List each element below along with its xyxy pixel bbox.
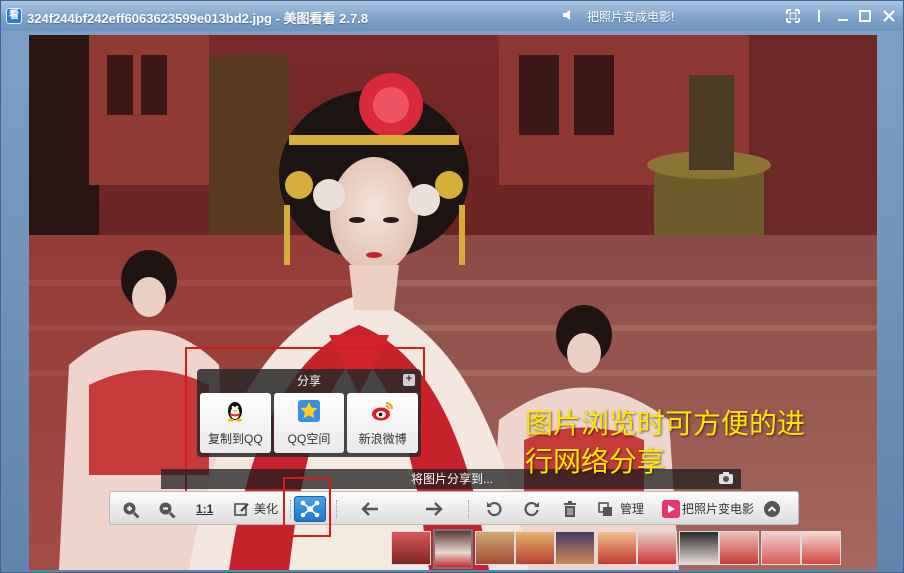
bottom-toolbar: 1:1 美化 管理 把照片变电影 xyxy=(109,491,799,525)
zoom-in-icon xyxy=(123,502,140,519)
menu-icon xyxy=(818,10,820,22)
thumbnail[interactable] xyxy=(637,531,677,565)
share-button-highlight xyxy=(283,477,331,537)
share-status-text: 将图片分享到... xyxy=(411,472,494,486)
close-button[interactable] xyxy=(879,6,899,26)
arrow-right-icon xyxy=(426,502,443,516)
manage-label: 管理 xyxy=(620,502,645,516)
app-icon: 看 xyxy=(6,8,22,24)
fullscreen-button[interactable] xyxy=(783,6,803,26)
speaker-icon[interactable] xyxy=(561,7,577,23)
rotate-right-button[interactable] xyxy=(524,496,544,522)
rotate-left-icon xyxy=(487,502,502,517)
window-title: 324f244bf242eff6063623599e013bd2.jpg - 美… xyxy=(27,11,369,26)
zoom-in-button[interactable] xyxy=(122,496,144,522)
toolbar-divider xyxy=(468,500,469,518)
thumbnail[interactable] xyxy=(761,531,801,565)
minimize-icon xyxy=(838,19,848,21)
feature-caption: 图片浏览时可方便的进 行网络分享 xyxy=(525,405,865,481)
collapse-button[interactable] xyxy=(764,496,784,522)
thumbnail[interactable] xyxy=(475,531,515,565)
thumbnail[interactable] xyxy=(679,531,719,565)
make-movie-button[interactable]: 把照片变电影 xyxy=(662,496,754,522)
app-window: 看 324f244bf242eff6063623599e013bd2.jpg -… xyxy=(0,0,904,573)
thumbnail-selected[interactable] xyxy=(433,529,473,569)
close-icon xyxy=(883,10,895,22)
thumbnail[interactable] xyxy=(597,531,637,565)
minimize-button[interactable] xyxy=(833,6,853,26)
maximize-button[interactable] xyxy=(855,6,875,26)
beautify-label: 美化 xyxy=(254,502,279,516)
manage-button[interactable]: 管理 xyxy=(598,496,654,522)
thumbnail[interactable] xyxy=(719,531,759,565)
edit-pencil-icon xyxy=(234,503,249,516)
maximize-icon xyxy=(859,10,871,22)
chevron-up-icon xyxy=(764,501,780,517)
toolbar-divider xyxy=(336,500,337,518)
thumbnail-strip xyxy=(391,529,843,569)
rotate-left-button[interactable] xyxy=(486,496,506,522)
actual-size-button[interactable]: 1:1 xyxy=(196,496,218,522)
fullscreen-icon xyxy=(786,9,800,23)
next-button[interactable] xyxy=(424,496,446,522)
photo-image xyxy=(29,35,877,570)
movie-icon xyxy=(662,500,680,518)
thumbnail[interactable] xyxy=(515,531,555,565)
photo-canvas[interactable]: 分享 + 复制到QQ QQ空间 新浪微博 将图片分享到... 图片浏览时可方便的… xyxy=(29,35,877,570)
zoom-out-button[interactable] xyxy=(158,496,180,522)
make-movie-label: 把照片变电影 xyxy=(682,502,755,516)
thumbnail[interactable] xyxy=(555,531,595,565)
beautify-button[interactable]: 美化 xyxy=(234,496,284,522)
promo-link[interactable]: 把照片变成电影! xyxy=(587,8,674,25)
feature-caption-line2: 行网络分享 xyxy=(525,445,666,478)
rotate-right-icon xyxy=(524,502,539,517)
trash-icon xyxy=(564,501,576,517)
feature-caption-line1: 图片浏览时可方便的进 xyxy=(525,407,806,440)
zoom-out-icon xyxy=(159,502,176,519)
title-bar: 看 324f244bf242eff6063623599e013bd2.jpg -… xyxy=(1,1,903,31)
menu-button[interactable] xyxy=(809,6,829,26)
delete-button[interactable] xyxy=(562,496,582,522)
arrow-left-icon xyxy=(361,502,378,516)
thumbnail[interactable] xyxy=(391,531,431,565)
thumbnail[interactable] xyxy=(801,531,841,565)
previous-button[interactable] xyxy=(360,496,382,522)
manage-icon xyxy=(598,502,612,516)
